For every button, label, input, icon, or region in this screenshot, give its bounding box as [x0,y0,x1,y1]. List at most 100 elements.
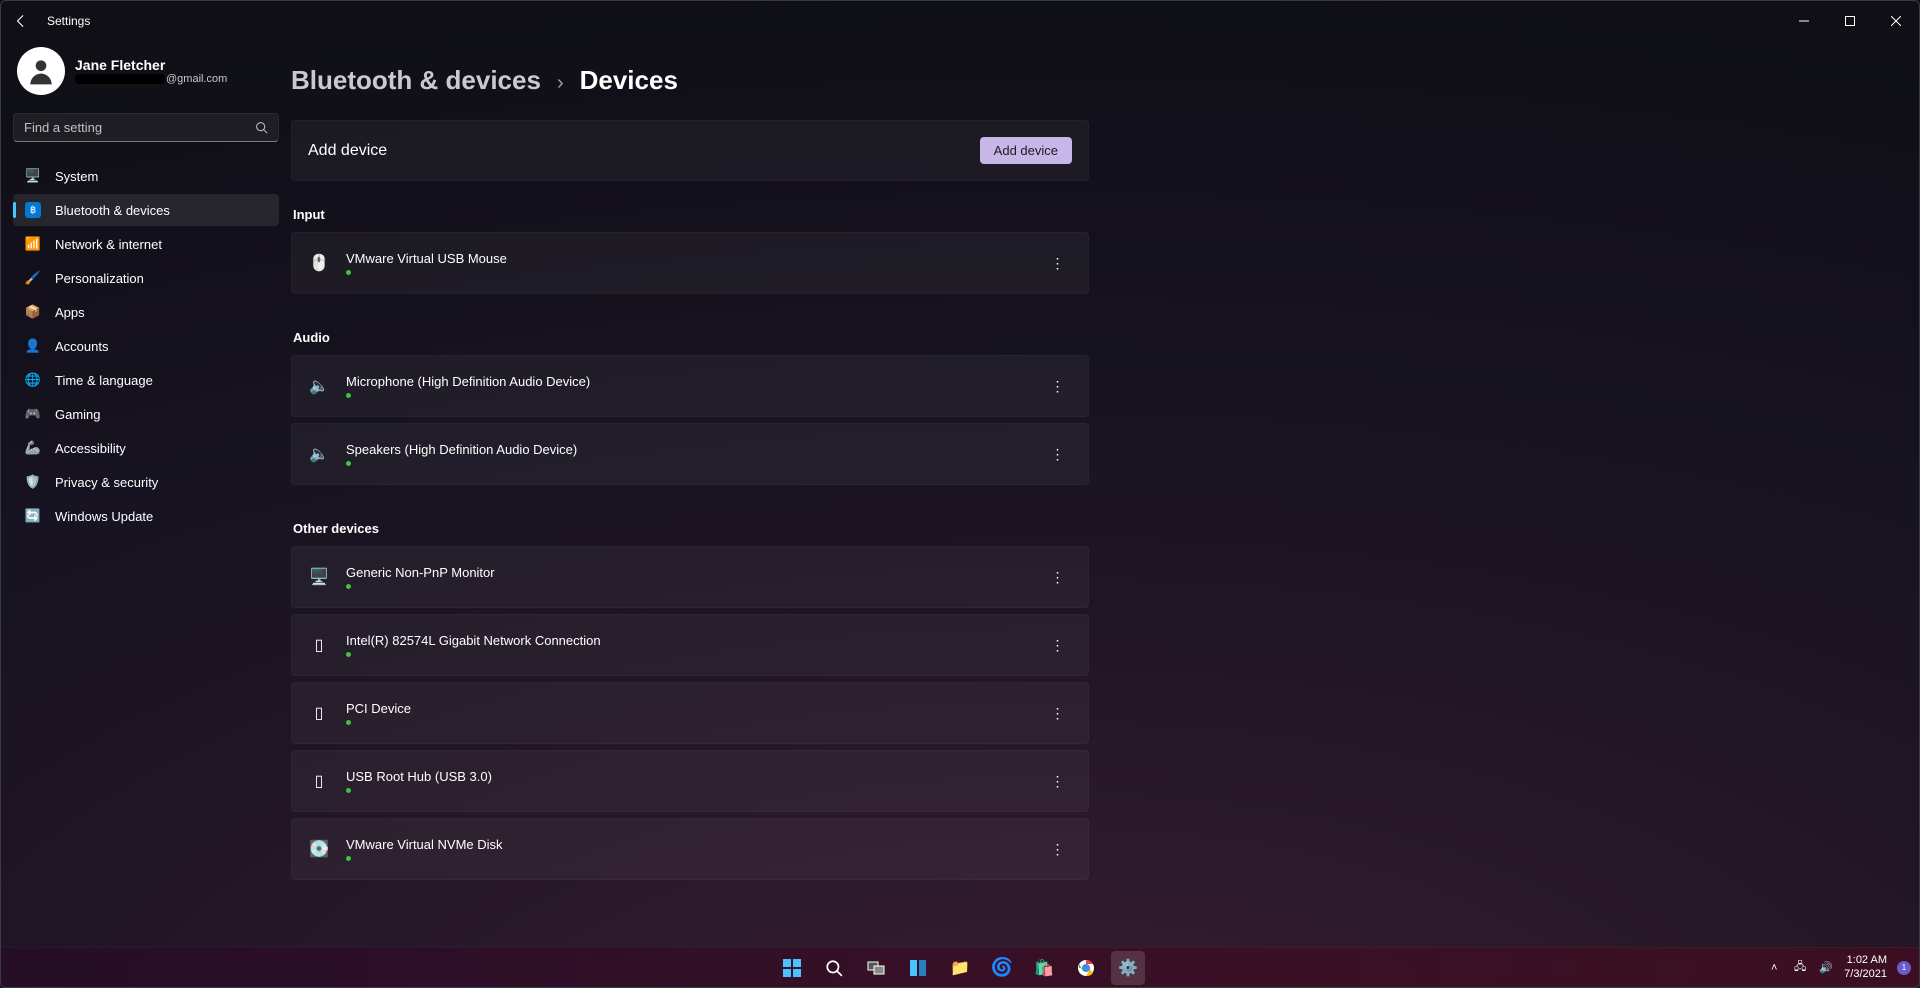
windows-icon [782,958,802,978]
device-row-speakers[interactable]: 🔈 Speakers (High Definition Audio Device… [291,423,1089,485]
more-options-button[interactable]: ⋮ [1044,372,1072,400]
back-button[interactable] [7,7,35,35]
nav-accounts[interactable]: 👤Accounts [13,330,279,362]
widgets-icon [909,959,927,977]
nav-system[interactable]: 🖥️System [13,160,279,192]
person-icon [25,55,57,87]
edge-icon: 🌀 [991,957,1013,978]
device-row-usb-hub[interactable]: ▯ USB Root Hub (USB 3.0) ⋮ [291,750,1089,812]
search-input[interactable] [24,120,255,135]
section-input-title: Input [293,207,1879,222]
more-options-button[interactable]: ⋮ [1044,249,1072,277]
nav-network[interactable]: 📶Network & internet [13,228,279,260]
add-device-button[interactable]: Add device [980,137,1072,164]
minimize-button[interactable] [1781,2,1827,40]
widgets-button[interactable] [901,951,935,985]
close-icon [1891,16,1901,26]
search-icon [255,121,268,134]
update-icon: 🔄 [25,508,41,524]
device-name: Generic Non-PnP Monitor [346,565,1028,580]
taskbar: 📁 🌀 🛍️ ⚙️ ˄ 🖧 🔊 1:02 AM 7/3/2021 1 [1,947,1919,987]
device-row-network[interactable]: ▯ Intel(R) 82574L Gigabit Network Connec… [291,614,1089,676]
device-name: VMware Virtual NVMe Disk [346,837,1028,852]
store-button[interactable]: 🛍️ [1027,951,1061,985]
nav-windows-update[interactable]: 🔄Windows Update [13,500,279,532]
section-other-title: Other devices [293,521,1879,536]
disk-icon: 💽 [308,839,330,859]
gear-icon: ⚙️ [1118,958,1138,978]
brush-icon: 🖌️ [25,270,41,286]
accessibility-icon: 🦾 [25,440,41,456]
nav-bluetooth-devices[interactable]: ฿Bluetooth & devices [13,194,279,226]
device-name: Speakers (High Definition Audio Device) [346,442,1028,457]
device-generic-icon: ▯ [308,771,330,791]
add-device-label: Add device [308,142,387,160]
system-tray: ˄ 🖧 🔊 1:02 AM 7/3/2021 1 [1766,954,1911,980]
status-indicator [346,461,351,466]
device-name: VMware Virtual USB Mouse [346,251,1028,266]
more-options-button[interactable]: ⋮ [1044,563,1072,591]
task-view-button[interactable] [859,951,893,985]
profile-block[interactable]: Jane Fletcher @gmail.com [13,47,279,113]
content-area: Bluetooth & devices › Devices Add device… [291,41,1919,987]
device-generic-icon: ▯ [308,635,330,655]
gamepad-icon: 🎮 [25,406,41,422]
maximize-button[interactable] [1827,2,1873,40]
profile-email: @gmail.com [75,73,227,85]
more-options-button[interactable]: ⋮ [1044,631,1072,659]
add-device-row: Add device Add device [291,120,1089,181]
start-button[interactable] [775,951,809,985]
mouse-icon: 🖱️ [308,253,330,273]
nav-time-language[interactable]: 🌐Time & language [13,364,279,396]
edge-button[interactable]: 🌀 [985,951,1019,985]
device-generic-icon: ▯ [308,703,330,723]
more-options-button[interactable]: ⋮ [1044,440,1072,468]
notification-badge[interactable]: 1 [1897,961,1911,975]
device-row-pci[interactable]: ▯ PCI Device ⋮ [291,682,1089,744]
profile-name: Jane Fletcher [75,57,227,73]
chrome-button[interactable] [1069,951,1103,985]
apps-icon: 📦 [25,304,41,320]
taskbar-search[interactable] [817,951,851,985]
tray-network-icon[interactable]: 🖧 [1792,960,1808,976]
nav-gaming[interactable]: 🎮Gaming [13,398,279,430]
maximize-icon [1845,16,1855,26]
status-indicator [346,270,351,275]
device-name: PCI Device [346,701,1028,716]
tray-clock[interactable]: 1:02 AM 7/3/2021 [1844,954,1887,980]
nav-accessibility[interactable]: 🦾Accessibility [13,432,279,464]
search-box[interactable] [13,113,279,142]
avatar [17,47,65,95]
nav-personalization[interactable]: 🖌️Personalization [13,262,279,294]
monitor-icon: 🖥️ [308,567,330,587]
close-button[interactable] [1873,2,1919,40]
device-row-nvme[interactable]: 💽 VMware Virtual NVMe Disk ⋮ [291,818,1089,880]
device-row-microphone[interactable]: 🔈 Microphone (High Definition Audio Devi… [291,355,1089,417]
person-icon: 👤 [25,338,41,354]
nav-privacy[interactable]: 🛡️Privacy & security [13,466,279,498]
breadcrumb: Bluetooth & devices › Devices [291,65,1879,96]
status-indicator [346,788,351,793]
tray-chevron[interactable]: ˄ [1766,960,1782,976]
device-row-mouse[interactable]: 🖱️ VMware Virtual USB Mouse ⋮ [291,232,1089,294]
shield-icon: 🛡️ [25,474,41,490]
window-title: Settings [47,14,90,28]
more-options-button[interactable]: ⋮ [1044,699,1072,727]
tray-volume-icon[interactable]: 🔊 [1818,960,1834,976]
store-icon: 🛍️ [1034,958,1054,978]
sidebar: Jane Fletcher @gmail.com 🖥️System ฿Bluet… [1,41,291,987]
more-options-button[interactable]: ⋮ [1044,767,1072,795]
device-row-monitor[interactable]: 🖥️ Generic Non-PnP Monitor ⋮ [291,546,1089,608]
status-indicator [346,393,351,398]
chrome-icon [1077,959,1095,977]
file-explorer-button[interactable]: 📁 [943,951,977,985]
settings-button[interactable]: ⚙️ [1111,951,1145,985]
section-audio-title: Audio [293,330,1879,345]
bluetooth-icon: ฿ [25,202,41,218]
nav-apps[interactable]: 📦Apps [13,296,279,328]
breadcrumb-parent[interactable]: Bluetooth & devices [291,65,541,96]
more-options-button[interactable]: ⋮ [1044,835,1072,863]
status-indicator [346,652,351,657]
minimize-icon [1799,16,1809,26]
device-name: Microphone (High Definition Audio Device… [346,374,1028,389]
